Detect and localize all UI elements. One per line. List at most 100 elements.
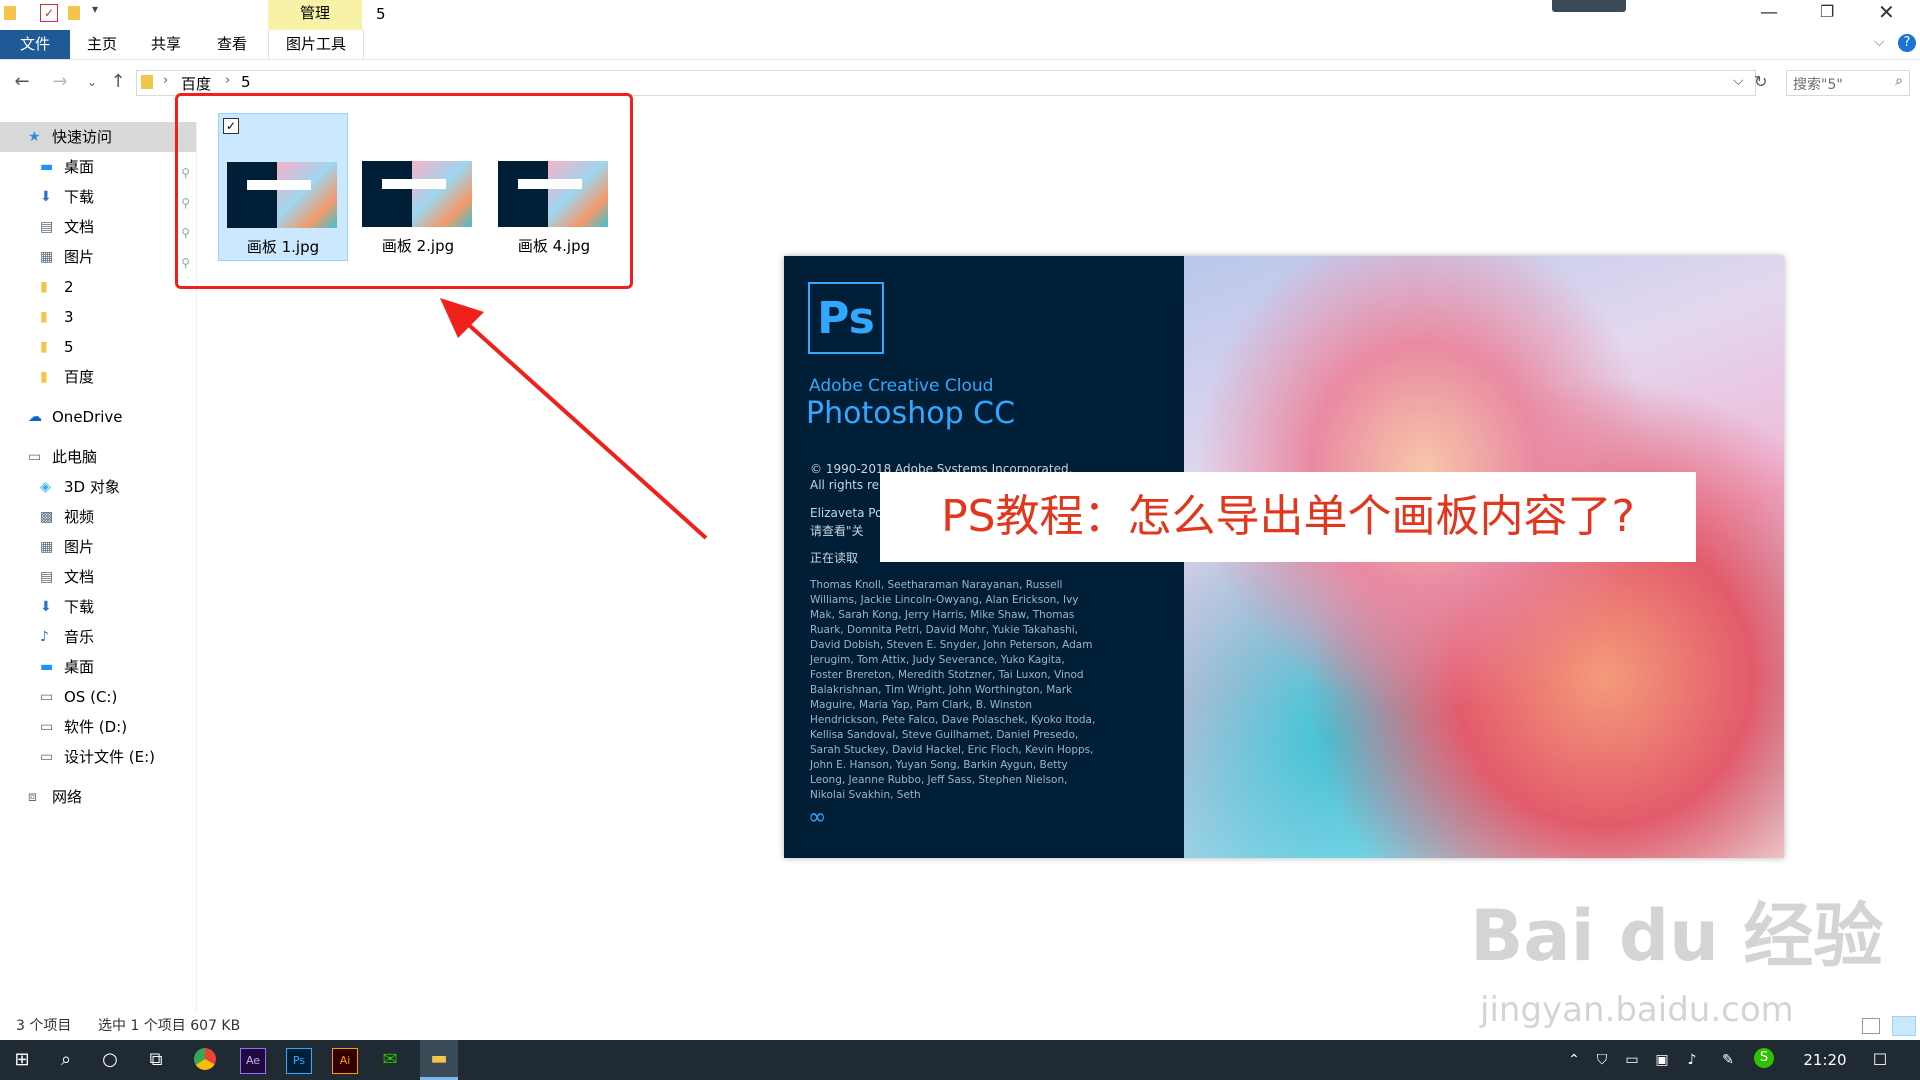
sidebar-item-label: 桌面 bbox=[64, 658, 95, 676]
sidebar-item[interactable]: ▭ 软件 (D:) bbox=[0, 712, 196, 742]
tab-picture-tools[interactable]: 图片工具 bbox=[268, 30, 364, 59]
task-view-icon[interactable]: ⧉ bbox=[144, 1048, 168, 1072]
picture-icon: ▦ bbox=[40, 249, 54, 265]
sidebar-item-label: 桌面 bbox=[64, 158, 95, 176]
drive-icon: ▭ bbox=[40, 689, 54, 705]
forward-icon[interactable]: → bbox=[48, 70, 72, 94]
breadcrumb-item[interactable]: 5 bbox=[241, 73, 251, 91]
sidebar-item[interactable]: ▬ 桌面 ⚲ bbox=[0, 152, 196, 182]
desktop-icon: ▬ bbox=[40, 159, 54, 175]
ribbon-expand-icon[interactable]: ⌵ bbox=[1874, 34, 1885, 50]
sidebar-item[interactable]: ⧈ 网络 bbox=[0, 782, 196, 812]
search-input[interactable]: 搜索"5" ⌕ bbox=[1786, 70, 1910, 96]
sidebar-item[interactable]: ⬇ 下载 bbox=[0, 592, 196, 622]
sidebar-item[interactable]: ▮ 2 bbox=[0, 272, 196, 302]
tab-view[interactable]: 查看 bbox=[200, 30, 264, 59]
sidebar-item-label: 文档 bbox=[64, 218, 95, 236]
sidebar-item[interactable]: ▭ 此电脑 bbox=[0, 442, 196, 472]
refresh-icon[interactable]: ↻ bbox=[1754, 72, 1767, 91]
sidebar-item[interactable]: ⬇ 下载 ⚲ bbox=[0, 182, 196, 212]
selection-info: 选中 1 个项目 607 KB bbox=[98, 1018, 241, 1034]
rights-text: All rights re bbox=[810, 478, 880, 492]
search-icon[interactable]: ⌕ bbox=[1895, 73, 1903, 89]
volume-icon[interactable]: ♪ bbox=[1680, 1048, 1704, 1072]
sidebar-item[interactable]: ▭ OS (C:) bbox=[0, 682, 196, 712]
sidebar-item[interactable]: ▤ 文档 ⚲ bbox=[0, 212, 196, 242]
computer-icon: ▭ bbox=[28, 449, 42, 465]
baidu-watermark-url: jingyan.baidu.com bbox=[1480, 990, 1794, 1030]
sidebar-item[interactable]: ★ 快速访问 bbox=[0, 122, 196, 152]
network-icon: ⧈ bbox=[28, 789, 37, 805]
author-text: Elizaveta Po bbox=[810, 506, 883, 520]
help-icon[interactable]: ? bbox=[1898, 34, 1916, 52]
sidebar-item[interactable]: ▩ 视频 bbox=[0, 502, 196, 532]
wechat-icon[interactable]: ✉ bbox=[378, 1048, 402, 1072]
restore-icon[interactable]: ❐ bbox=[1820, 2, 1834, 21]
tab-share[interactable]: 共享 bbox=[136, 30, 196, 59]
after-effects-icon[interactable]: Ae bbox=[240, 1048, 266, 1074]
see-about-text: 请查看"关 bbox=[810, 524, 864, 538]
up-icon[interactable]: ↑ bbox=[106, 70, 130, 94]
navigation-pane: ★ 快速访问 ▬ 桌面 ⚲ ⬇ 下载 ⚲ ▤ 文档 ⚲ ▦ 图片 ⚲ ▮ 2 ▮ 3 ▮ 5 ▮ 百度 ☁ OneDrive ▭… bbox=[0, 122, 196, 1012]
sidebar-item[interactable]: ▤ 文档 bbox=[0, 562, 196, 592]
folder-icon[interactable] bbox=[4, 6, 16, 20]
sidebar-item[interactable]: ▮ 百度 bbox=[0, 362, 196, 392]
title-bar: ✓ ▾ 管理 5 — ❐ ✕ bbox=[0, 0, 1920, 30]
tab-file[interactable]: 文件 bbox=[0, 30, 70, 59]
chrome-icon[interactable] bbox=[194, 1048, 216, 1070]
back-icon[interactable]: ← bbox=[10, 70, 34, 94]
clock[interactable]: 21:20 bbox=[1800, 1040, 1850, 1080]
credits-text: Thomas Knoll, Seetharaman Narayanan, Rus… bbox=[810, 579, 1096, 801]
sidebar-item[interactable]: ▮ 5 bbox=[0, 332, 196, 362]
close-icon[interactable]: ✕ bbox=[1878, 0, 1895, 24]
sidebar-item[interactable]: ♪ 音乐 bbox=[0, 622, 196, 652]
illustrator-icon[interactable]: Ai bbox=[332, 1048, 358, 1074]
address-history-dropdown-icon[interactable]: ⌵ bbox=[1733, 73, 1744, 89]
cortana-icon[interactable]: ○ bbox=[98, 1048, 122, 1072]
search-placeholder: 搜索"5" bbox=[1793, 77, 1843, 93]
details-view-icon[interactable] bbox=[1862, 1018, 1880, 1034]
tab-home[interactable]: 主页 bbox=[72, 30, 132, 59]
sidebar-item[interactable]: ◈ 3D 对象 bbox=[0, 472, 196, 502]
sidebar-item-label: 百度 bbox=[64, 368, 95, 386]
chevron-right-icon: › bbox=[163, 73, 169, 88]
breadcrumb-item[interactable]: 百度 bbox=[181, 73, 211, 94]
windows-start-icon[interactable]: ⊞ bbox=[10, 1048, 34, 1072]
tutorial-title-banner: PS教程：怎么导出单个画板内容了? bbox=[880, 472, 1696, 562]
annotation-arrow bbox=[440, 298, 708, 540]
sidebar-item[interactable]: ▭ 设计文件 (E:) bbox=[0, 742, 196, 772]
sidebar-item[interactable]: ☁ OneDrive bbox=[0, 402, 196, 432]
sidebar-item-label: 设计文件 (E:) bbox=[64, 748, 156, 766]
desktop-icon: ▬ bbox=[40, 659, 54, 675]
sidebar-item[interactable]: ▦ 图片 ⚲ bbox=[0, 242, 196, 272]
photoshop-icon[interactable]: Ps bbox=[286, 1048, 312, 1074]
sidebar-item[interactable]: ▮ 3 bbox=[0, 302, 196, 332]
input-method-icon[interactable]: S bbox=[1754, 1048, 1774, 1068]
folder-icon: ▮ bbox=[40, 369, 48, 385]
file-explorer-icon[interactable]: ▬ bbox=[420, 1040, 458, 1080]
minimize-icon[interactable]: — bbox=[1760, 2, 1778, 23]
sidebar-item[interactable]: ▬ 桌面 bbox=[0, 652, 196, 682]
chevron-up-icon[interactable]: ⌃ bbox=[1562, 1048, 1586, 1072]
new-folder-icon[interactable] bbox=[68, 6, 80, 20]
recent-locations-icon[interactable]: ⌄ bbox=[80, 70, 104, 94]
properties-icon[interactable]: ✓ bbox=[40, 4, 58, 22]
sidebar-item[interactable]: ▦ 图片 bbox=[0, 532, 196, 562]
shield-icon[interactable]: ⛉ bbox=[1590, 1048, 1614, 1072]
creative-cloud-icon: ∞ bbox=[808, 805, 827, 830]
notifications-icon[interactable]: ☐ bbox=[1868, 1048, 1892, 1072]
sidebar-item-label: 图片 bbox=[64, 538, 95, 556]
quick-access-toolbar-dropdown-icon[interactable]: ▾ bbox=[92, 2, 98, 16]
folder-icon: ▮ bbox=[40, 339, 48, 355]
network-icon[interactable]: ▣ bbox=[1650, 1048, 1674, 1072]
chevron-right-icon: › bbox=[225, 73, 231, 88]
folder-icon bbox=[141, 75, 153, 89]
battery-icon[interactable]: ▭ bbox=[1620, 1048, 1644, 1072]
taskbar: ⊞ ⌕ ○ ⧉ Ae Ps Ai ✉ ▬ ⌃ ⛉ ▭ ▣ ♪ ✎ S 21:20… bbox=[0, 1040, 1920, 1080]
tab-manage[interactable]: 管理 bbox=[268, 0, 362, 30]
pen-icon[interactable]: ✎ bbox=[1716, 1048, 1740, 1072]
search-icon[interactable]: ⌕ bbox=[54, 1048, 78, 1072]
sidebar-item-label: 5 bbox=[64, 338, 74, 356]
overlay-toolbar[interactable] bbox=[1552, 0, 1626, 12]
ribbon-tabs: 文件 主页 共享 查看 图片工具 ⌵ ? bbox=[0, 30, 1920, 60]
